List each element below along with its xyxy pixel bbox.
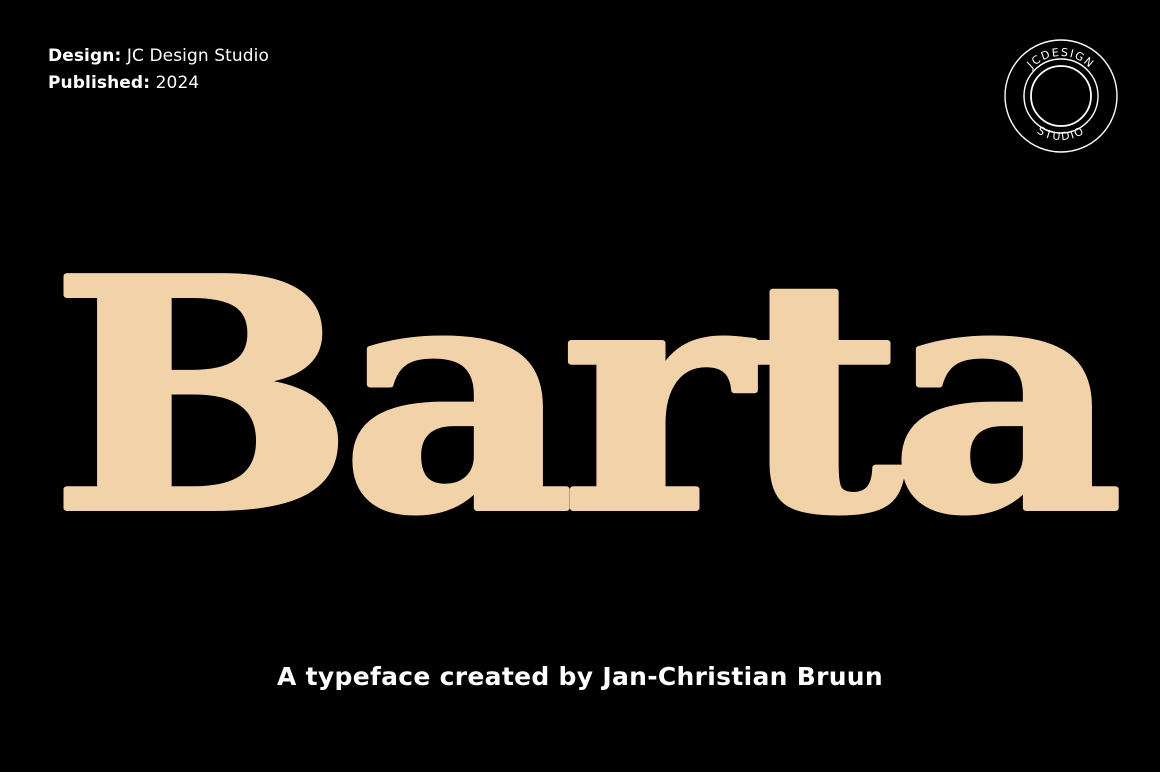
design-label: Design: [48, 46, 122, 66]
seal-text-top: JCDESIGN [1024, 46, 1097, 72]
seal-inner-ring [1030, 65, 1092, 127]
design-credit: Design: JC Design Studio [48, 43, 269, 70]
headline-text: Barta [50, 212, 1115, 552]
design-value: JC Design Studio [126, 46, 270, 66]
published-value: 2024 [155, 73, 200, 93]
credits-block: Design: JC Design Studio Published: 2024 [48, 43, 269, 97]
published-credit: Published: 2024 [48, 70, 269, 97]
tagline: A typeface created by Jan-Christian Bruu… [277, 662, 883, 691]
published-label: Published: [48, 73, 151, 93]
headline-wordmark: Barta [47, 212, 1130, 552]
studio-seal-logo: JCDESIGN STUDIO [1004, 39, 1118, 153]
seal-middle-ring [1023, 58, 1099, 134]
